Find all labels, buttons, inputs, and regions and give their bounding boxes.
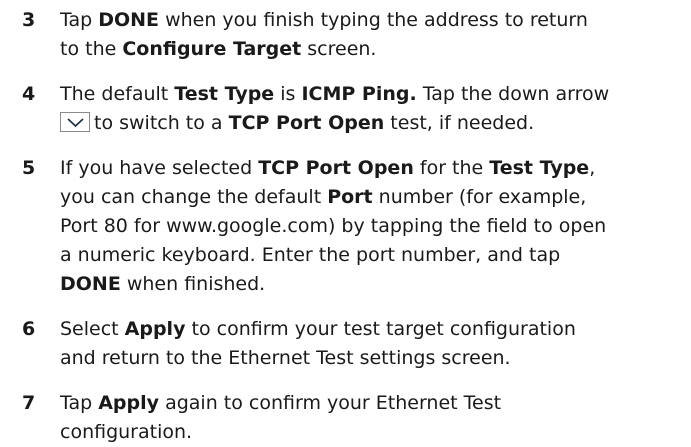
bold-term: Apply bbox=[98, 392, 160, 414]
text-run: Select bbox=[60, 318, 125, 340]
text-run: Tap the down arrow bbox=[416, 83, 610, 105]
bold-term: TCP Port Open bbox=[258, 157, 414, 179]
bold-term: TCP Port Open bbox=[228, 112, 385, 134]
step-number: 4 bbox=[22, 83, 36, 105]
text-run: for the bbox=[413, 157, 490, 179]
step-line: Select Apply to confirm your test target… bbox=[60, 315, 690, 344]
chevron-down-icon bbox=[60, 111, 90, 132]
text-run: when you finish typing the address to re… bbox=[159, 9, 588, 31]
step-line: to switch to a TCP Port Open test, if ne… bbox=[60, 109, 690, 138]
text-run: to switch to a bbox=[94, 112, 229, 134]
bold-term: Test Type bbox=[489, 157, 590, 179]
text-run: to confirm your test target configuratio… bbox=[185, 318, 576, 340]
bold-term: DONE bbox=[60, 273, 121, 295]
step-line: a numeric keyboard. Enter the port numbe… bbox=[60, 244, 561, 266]
text-run: number (for example, bbox=[372, 186, 587, 208]
text-run: Tap bbox=[60, 392, 99, 414]
step-line: The default Test Type is ICMP Ping. Tap … bbox=[60, 80, 690, 109]
bold-term: DONE bbox=[98, 9, 160, 31]
text-run: test, if needed. bbox=[384, 112, 535, 134]
text-run: to the bbox=[60, 38, 123, 60]
bold-term: Port bbox=[327, 186, 373, 208]
step-number: 6 bbox=[22, 318, 36, 340]
text-run: Tap bbox=[60, 9, 99, 31]
text-run: you can change the default bbox=[60, 186, 328, 208]
text-run: The default bbox=[60, 83, 175, 105]
step-line: configuration. bbox=[60, 421, 193, 443]
step-text: Select Apply to confirm your test target… bbox=[60, 315, 690, 373]
step-line: Tap Apply again to confirm your Ethernet… bbox=[60, 389, 690, 418]
text-run: again to confirm your Ethernet Test bbox=[159, 392, 502, 414]
text-run: If you have selected bbox=[60, 157, 259, 179]
step-number: 3 bbox=[22, 9, 36, 31]
step-line: to the Configure Target screen. bbox=[60, 35, 690, 64]
text-run: screen. bbox=[301, 38, 377, 60]
step-line: you can change the default Port number (… bbox=[60, 183, 690, 212]
bold-term: Test Type bbox=[174, 83, 275, 105]
bold-term: Configure Target bbox=[122, 38, 302, 60]
bold-term: Apply bbox=[124, 318, 186, 340]
step-line: and return to the Ethernet Test settings… bbox=[60, 347, 511, 369]
bold-term: ICMP Ping. bbox=[301, 83, 417, 105]
text-run: is bbox=[274, 83, 302, 105]
step-line: Tap DONE when you finish typing the addr… bbox=[60, 6, 690, 35]
step-number: 7 bbox=[22, 392, 36, 414]
step-line: If you have selected TCP Port Open for t… bbox=[60, 154, 690, 183]
step-line: DONE when finished. bbox=[60, 270, 690, 299]
text-run: , bbox=[589, 157, 596, 179]
text-run: when finished. bbox=[120, 273, 266, 295]
step-text: Tap Apply again to confirm your Ethernet… bbox=[60, 389, 690, 447]
step-text: Tap DONE when you finish typing the addr… bbox=[60, 6, 690, 64]
step-line: Port 80 for www.google.com) by tapping t… bbox=[60, 215, 607, 237]
step-text: If you have selected TCP Port Open for t… bbox=[60, 154, 690, 299]
step-text: The default Test Type is ICMP Ping. Tap … bbox=[60, 80, 690, 138]
step-number: 5 bbox=[22, 157, 36, 179]
